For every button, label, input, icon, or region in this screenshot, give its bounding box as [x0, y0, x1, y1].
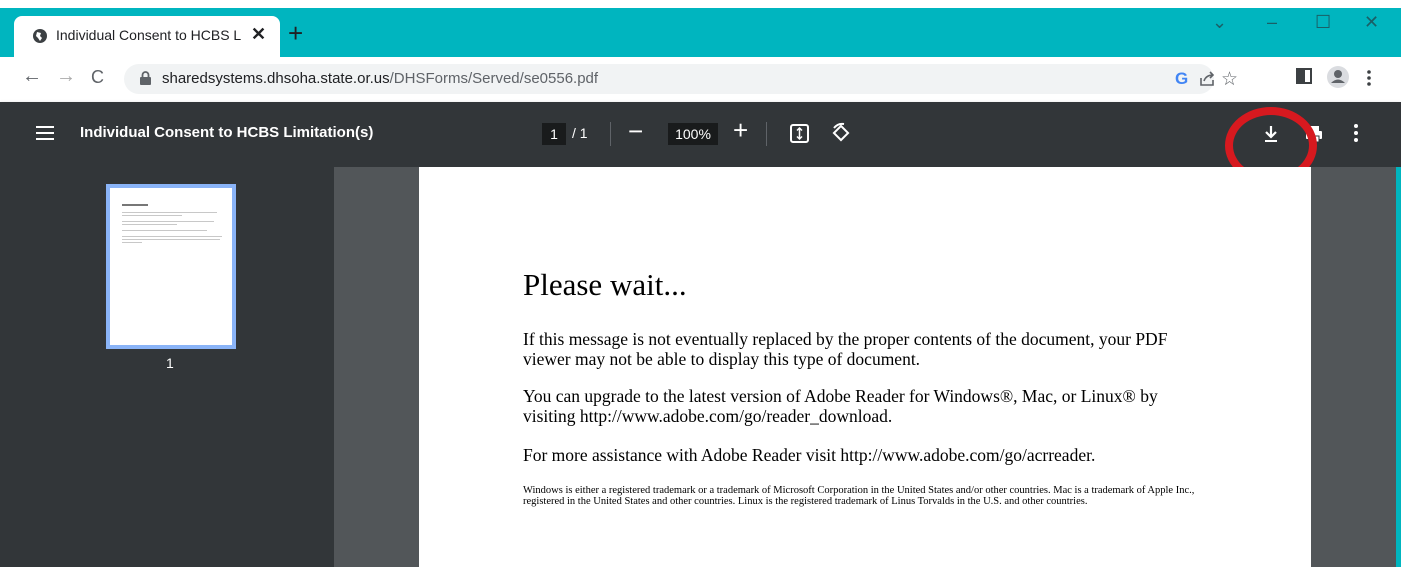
trademark-notice: Windows is either a registered trademark… [523, 485, 1195, 507]
address-bar[interactable]: sharedsystems.dhsoha.state.or.us/DHSForm… [124, 64, 1238, 94]
menu-icon[interactable] [36, 126, 54, 140]
minimize-button[interactable]: – [1267, 12, 1277, 33]
zoom-input[interactable]: 100% [668, 123, 718, 145]
toolbar-divider [610, 122, 611, 146]
back-button[interactable]: ← [22, 65, 42, 88]
tab-search-button[interactable]: ⌄ [1212, 12, 1227, 33]
thumbnail-sidebar: 1 [0, 167, 334, 567]
url-host: sharedsystems.dhsoha.state.or.us [162, 70, 390, 87]
zoom-out-button[interactable]: − [628, 116, 643, 147]
page-thumbnail[interactable] [106, 184, 236, 349]
profile-avatar-icon[interactable] [1327, 66, 1349, 88]
document-title: Individual Consent to HCBS Limitation(s) [80, 124, 374, 141]
browser-tab[interactable]: Individual Consent to HCBS Limit ✕ [14, 16, 280, 57]
new-tab-button[interactable]: + [288, 18, 303, 48]
window-edge [1396, 167, 1401, 567]
page-total: / 1 [572, 125, 588, 141]
lock-icon [140, 71, 151, 85]
toolbar-divider [766, 122, 767, 146]
page-number-input[interactable]: 1 [542, 123, 566, 145]
tab-close-button[interactable]: ✕ [251, 24, 266, 45]
pdf-toolbar: Individual Consent to HCBS Limitation(s)… [0, 102, 1401, 167]
fit-to-page-icon[interactable] [790, 124, 809, 143]
chrome-menu-icon[interactable] [1367, 70, 1371, 86]
paragraph-upgrade-reader: You can upgrade to the latest version of… [523, 386, 1158, 426]
maximize-button[interactable]: ☐ [1315, 12, 1331, 33]
top-edge [0, 0, 1401, 8]
reload-button[interactable]: C [91, 67, 104, 88]
paragraph-assistance: For more assistance with Adobe Reader vi… [523, 445, 1096, 465]
forward-button[interactable]: → [56, 65, 76, 88]
url-path: /DHSForms/Served/se0556.pdf [389, 70, 599, 87]
url-text: sharedsystems.dhsoha.state.or.us/DHSForm… [162, 70, 598, 87]
pdf-page: Please wait... If this message is not ev… [419, 167, 1311, 567]
page-heading: Please wait... [523, 267, 687, 302]
close-window-button[interactable]: ✕ [1364, 12, 1379, 33]
star-icon[interactable]: ☆ [1221, 68, 1238, 91]
thumbnail-page-number: 1 [166, 355, 174, 371]
rotate-icon[interactable] [830, 122, 852, 144]
paragraph-unsupported-viewer: If this message is not eventually replac… [523, 329, 1168, 369]
google-icon[interactable]: G [1175, 69, 1188, 89]
side-panel-icon[interactable] [1296, 68, 1312, 84]
share-icon[interactable] [1199, 71, 1216, 87]
globe-icon [33, 29, 47, 43]
browser-toolbar: ← → C sharedsystems.dhsoha.state.or.us/D… [0, 57, 1401, 102]
more-actions-icon[interactable] [1354, 124, 1358, 142]
zoom-in-button[interactable]: + [733, 115, 748, 146]
tab-title: Individual Consent to HCBS Limit [56, 27, 241, 43]
